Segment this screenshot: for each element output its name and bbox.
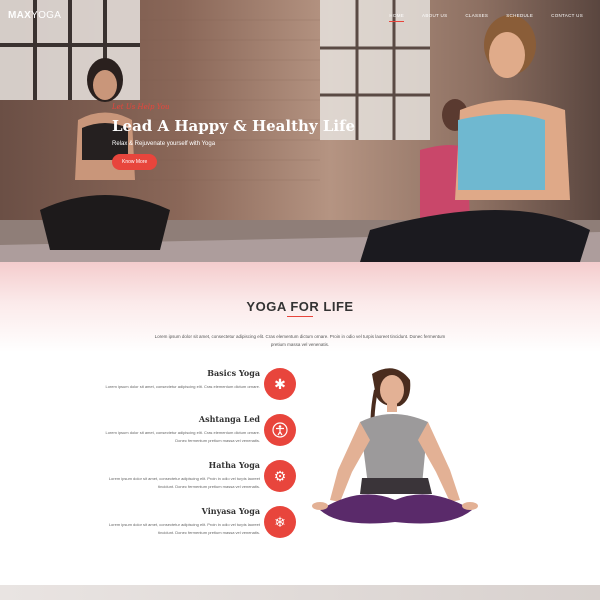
know-more-button[interactable]: Know More (112, 154, 158, 170)
snowflake-icon[interactable]: ❄ (264, 506, 296, 538)
hero-headline: Lead A Happy & Healthy Life (112, 117, 356, 135)
person-icon[interactable] (264, 414, 296, 446)
feature-text: Vinyasa Yoga Lorem ipsum dolor sit amet,… (100, 506, 260, 537)
feature-desc: Lorem ipsum dolor sit amet, consectetur … (105, 430, 260, 443)
hero-kicker: Let Us Help You (112, 103, 170, 111)
nav-home[interactable]: HOME (380, 13, 413, 22)
top-navbar: MAXYOGA HOME ABOUT US CLASSES SCHEDULE C… (0, 0, 600, 30)
hero-subline: Relax & Rejuvenate yourself with Yoga (112, 141, 216, 147)
feature-title: Ashtanga Led (198, 414, 260, 424)
gear-icon[interactable]: ⚙ (264, 460, 296, 492)
hero-text-block: Let Us Help You Lead A Happy & Healthy L… (112, 103, 372, 170)
feature-desc: Lorem ipsum dolor sit amet, consectetur … (108, 522, 260, 535)
nav-contact-us[interactable]: CONTACT US (542, 13, 592, 18)
feature-title: Vinyasa Yoga (201, 506, 260, 516)
nav-about-us[interactable]: ABOUT US (413, 13, 456, 18)
meditation-figure-image (312, 368, 478, 524)
asterisk-icon[interactable]: ✱ (264, 368, 296, 400)
feature-text: Basics Yoga Lorem ipsum dolor sit amet, … (100, 368, 260, 391)
site-logo[interactable]: MAXYOGA (8, 10, 61, 21)
logo-thin-text: YOGA (31, 9, 62, 21)
next-section-preview (0, 585, 600, 600)
feature-text: Hatha Yoga Lorem ipsum dolor sit amet, c… (100, 460, 260, 491)
feature-vinyasa-yoga[interactable]: Vinyasa Yoga Lorem ipsum dolor sit amet,… (100, 506, 300, 546)
title-underline (287, 316, 313, 317)
section-title: YOGA FOR LIFE (246, 299, 354, 314)
feature-title: Basics Yoga (207, 368, 260, 378)
intro-paragraph: Lorem ipsum dolor sit amet, consectetur … (154, 334, 446, 347)
nav-schedule[interactable]: SCHEDULE (497, 13, 542, 18)
nav-classes[interactable]: CLASSES (456, 13, 497, 18)
main-menu: HOME ABOUT US CLASSES SCHEDULE CONTACT U… (380, 13, 592, 22)
logo-bold-text: MAX (8, 9, 32, 21)
feature-text: Ashtanga Led Lorem ipsum dolor sit amet,… (100, 414, 260, 445)
feature-basics-yoga[interactable]: Basics Yoga Lorem ipsum dolor sit amet, … (100, 368, 300, 408)
feature-title: Hatha Yoga (208, 460, 260, 470)
feature-ashtanga-led[interactable]: Ashtanga Led Lorem ipsum dolor sit amet,… (100, 414, 300, 454)
hero-banner: MAXYOGA HOME ABOUT US CLASSES SCHEDULE C… (0, 0, 600, 262)
feature-desc: Lorem ipsum dolor sit amet, consectetur … (108, 476, 260, 489)
feature-hatha-yoga[interactable]: Hatha Yoga Lorem ipsum dolor sit amet, c… (100, 460, 300, 500)
feature-desc: Lorem ipsum dolor sit amet, consectetur … (105, 384, 260, 389)
